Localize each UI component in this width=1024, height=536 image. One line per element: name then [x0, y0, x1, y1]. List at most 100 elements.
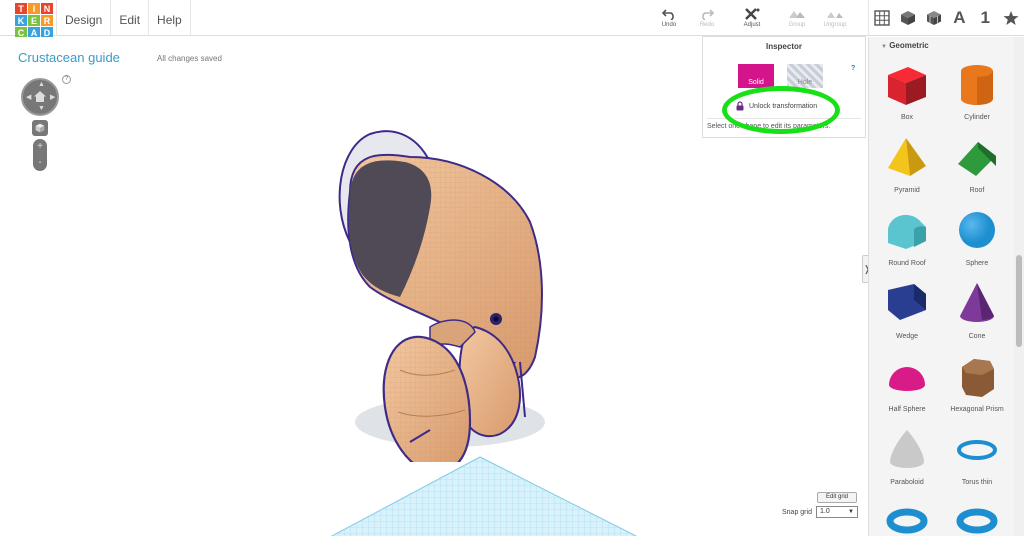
round-roof-icon: [873, 207, 941, 258]
solid-button[interactable]: Solid: [738, 64, 774, 88]
snap-grid-label: Snap grid: [782, 509, 812, 516]
shape-wedge[interactable]: Wedge: [873, 280, 941, 340]
scrollbar-thumb[interactable]: [1016, 255, 1022, 347]
shape-cone[interactable]: Cone: [943, 280, 1011, 340]
shapes-panel: ▼ Geometric Box Cylinder Pyramid Roof Round …: [868, 37, 1014, 536]
logo-letter: I: [28, 3, 40, 14]
category-label: Geometric: [889, 41, 929, 50]
workplane-grid-button[interactable]: [869, 0, 895, 36]
panel-toolbar: A 1: [868, 0, 1024, 36]
adjust-label: Adjust: [743, 22, 761, 28]
shape-torus-partial[interactable]: [943, 499, 1011, 536]
shape-paraboloid[interactable]: Paraboloid: [873, 426, 941, 486]
shape-half-sphere[interactable]: Half Sphere: [873, 353, 941, 413]
undo-icon: [650, 6, 688, 22]
menu-design[interactable]: Design: [56, 0, 110, 36]
shape-box[interactable]: Box: [873, 61, 941, 121]
inspector-help-icon[interactable]: ?: [851, 65, 855, 72]
top-toolbar: TINKERCAD Design Edit Help Undo Redo Adj…: [0, 0, 1024, 39]
tinkercad-logo[interactable]: TINKERCAD: [15, 3, 53, 39]
text-shapes-button[interactable]: A: [946, 0, 972, 36]
shape-label: Cylinder: [964, 114, 990, 121]
zoom-out-button[interactable]: -: [33, 155, 47, 171]
inspector-panel: Inspector ? Solid Hole Unlock transforma…: [702, 36, 866, 138]
group-icon: [778, 6, 816, 22]
components-cube-icon: [926, 11, 941, 25]
menu-edit[interactable]: Edit: [110, 0, 148, 36]
number-shapes-button[interactable]: 1: [972, 0, 998, 36]
shape-label: Box: [900, 114, 914, 121]
orbit-down-arrow-icon[interactable]: ▼: [38, 105, 45, 112]
redo-icon: [688, 6, 726, 22]
zoom-control: + -: [33, 139, 47, 171]
orbit-control[interactable]: ▲ ▼ ◀ ▶: [21, 78, 59, 116]
zoom-in-button[interactable]: +: [33, 139, 47, 155]
home-icon[interactable]: [33, 90, 47, 103]
shape-pyramid[interactable]: Pyramid: [873, 134, 941, 194]
group-label: Group: [788, 22, 806, 28]
collapse-triangle-icon: ▼: [881, 44, 887, 50]
redo-label: Redo: [699, 22, 715, 28]
grid-icon: [874, 10, 890, 26]
logo-letter: E: [28, 15, 40, 26]
shape-label: Pyramid: [894, 187, 920, 194]
save-status: All changes saved: [157, 54, 222, 63]
inspector-hint: Select one shape to edit its parameters.: [707, 123, 831, 130]
orbit-left-arrow-icon[interactable]: ◀: [26, 93, 31, 101]
shape-round-roof[interactable]: Round Roof: [873, 207, 941, 267]
project-title[interactable]: Crustacean guide: [18, 50, 120, 65]
shape-hexagonal-prism[interactable]: Hexagonal Prism: [943, 353, 1011, 413]
orbit-up-arrow-icon[interactable]: ▲: [38, 81, 45, 88]
hexagonal-prism-icon: [943, 353, 1011, 404]
edit-tools: Undo Redo Adjust Group Ungroup: [650, 6, 854, 28]
shape-label: Torus thin: [961, 479, 993, 486]
shape-label: Cone: [968, 333, 986, 340]
shape-label: Sphere: [965, 260, 989, 267]
pyramid-icon: [873, 134, 941, 185]
logo-letter: R: [41, 15, 53, 26]
view-cube-icon: [35, 123, 45, 133]
dropdown-caret-icon: ▼: [848, 509, 854, 515]
shape-label: Half Sphere: [888, 406, 926, 413]
cone-icon: [943, 280, 1011, 331]
view-cube-button[interactable]: [32, 120, 48, 136]
shape-label: Roof: [969, 187, 985, 194]
view-help-icon[interactable]: ?: [62, 75, 71, 84]
adjust-icon: [726, 6, 778, 22]
group-button[interactable]: Group: [778, 6, 816, 28]
ungroup-label: Ungroup: [823, 22, 847, 28]
shape-cylinder[interactable]: Cylinder: [943, 61, 1011, 121]
shape-torus-thin[interactable]: Torus thin: [943, 426, 1011, 486]
workplane-grid[interactable]: [320, 455, 640, 536]
panel-scrollbar[interactable]: [1014, 37, 1024, 536]
shape-sphere[interactable]: Sphere: [943, 207, 1011, 267]
paraboloid-icon: [873, 426, 941, 477]
favorites-button[interactable]: [998, 0, 1024, 36]
shape-torus-partial[interactable]: [873, 499, 941, 536]
hole-button[interactable]: Hole: [787, 64, 823, 88]
shape-label: Round Roof: [888, 260, 926, 267]
shape-label: Paraboloid: [890, 479, 924, 486]
torus-icon: [956, 508, 998, 534]
cylinder-icon: [943, 61, 1011, 112]
sphere-icon: [943, 207, 1011, 258]
snap-grid-select[interactable]: 1.0 ▼: [816, 506, 858, 518]
shape-roof[interactable]: Roof: [943, 134, 1011, 194]
crustacean-model[interactable]: [330, 122, 560, 462]
category-header[interactable]: ▼ Geometric: [881, 41, 929, 50]
unlock-transformation-button[interactable]: Unlock transformation: [736, 101, 817, 111]
components-button[interactable]: [921, 0, 947, 36]
adjust-button[interactable]: Adjust: [726, 6, 778, 28]
half-sphere-icon: [873, 353, 941, 404]
inspector-divider: [707, 118, 861, 119]
menu-help[interactable]: Help: [148, 0, 191, 36]
roof-icon: [943, 134, 1011, 185]
star-icon: [1003, 11, 1019, 25]
redo-button[interactable]: Redo: [688, 6, 726, 28]
ungroup-button[interactable]: Ungroup: [816, 6, 854, 28]
shape-label: Hexagonal Prism: [950, 406, 1004, 413]
undo-button[interactable]: Undo: [650, 6, 688, 28]
edit-grid-button[interactable]: Edit grid: [817, 492, 857, 503]
shapes-button[interactable]: [895, 0, 921, 36]
orbit-right-arrow-icon[interactable]: ▶: [50, 93, 55, 101]
